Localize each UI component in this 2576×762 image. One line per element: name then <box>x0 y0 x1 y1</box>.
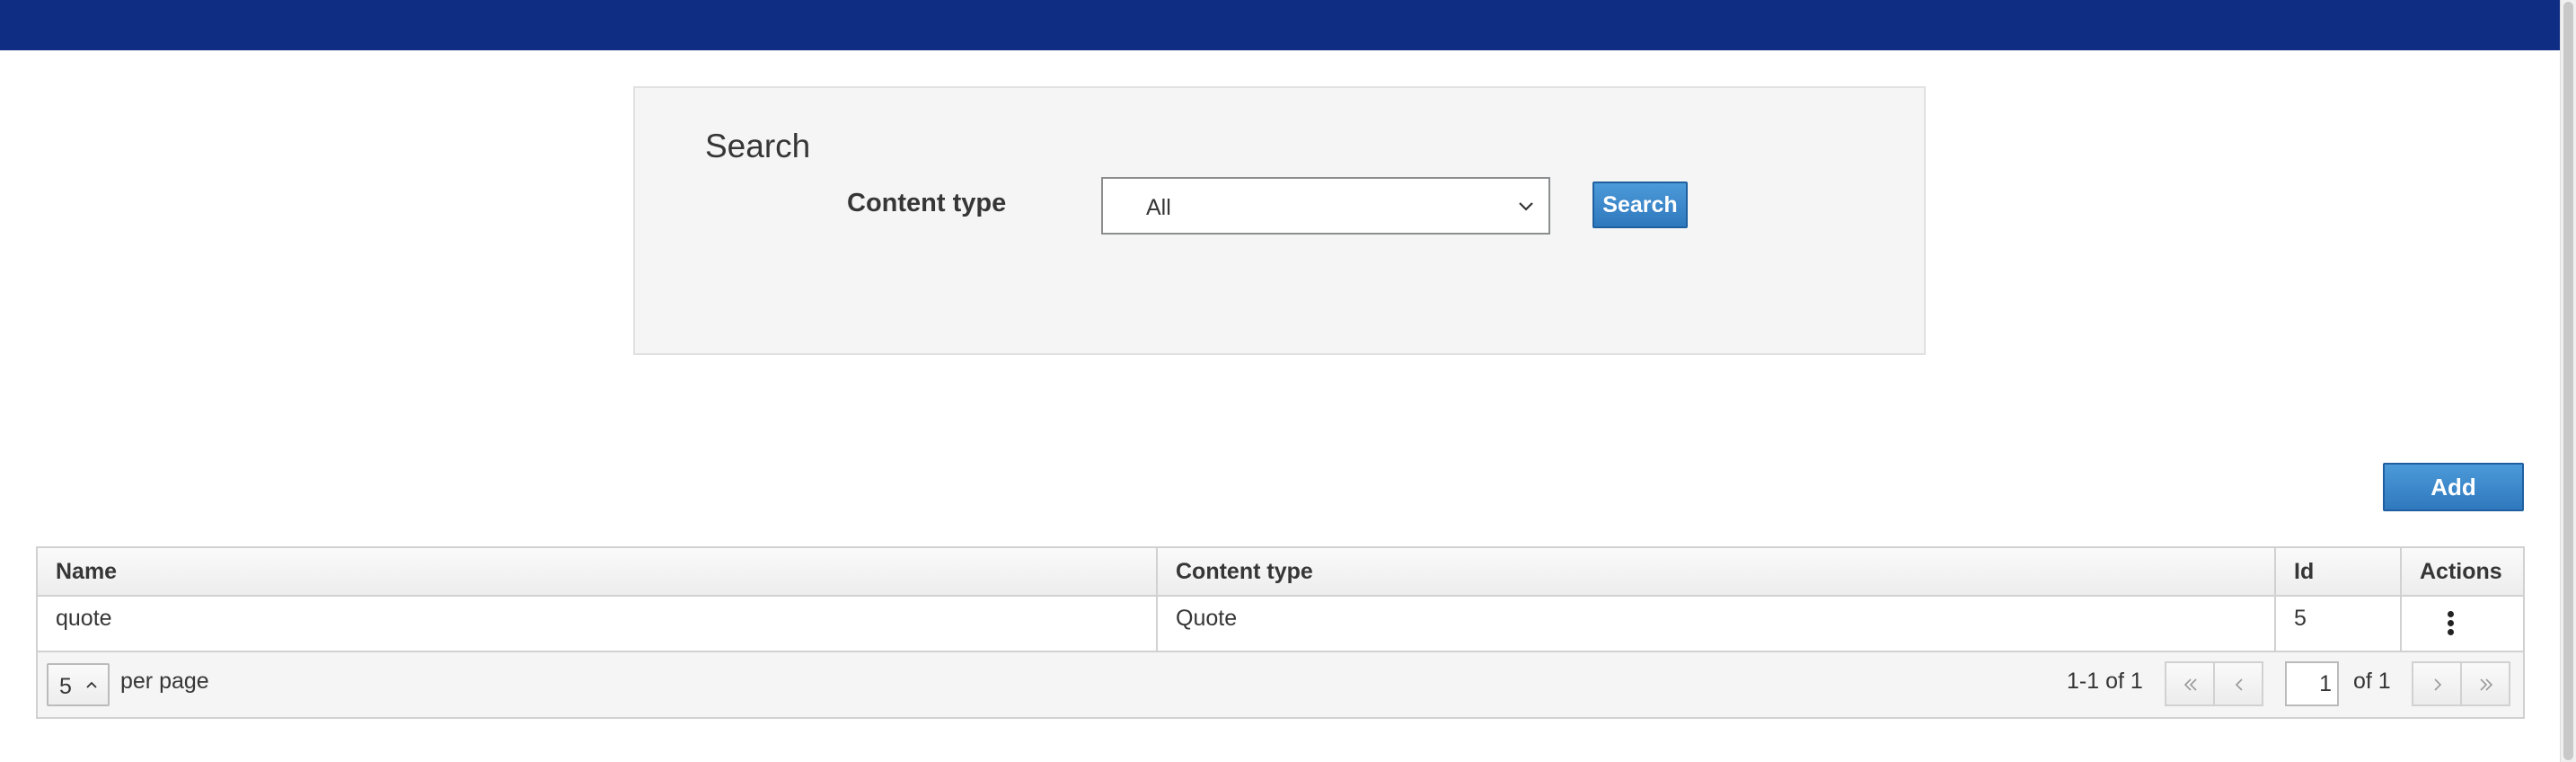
cell-actions <box>2402 597 2523 651</box>
search-panel: Search Content type All Search <box>633 86 1926 355</box>
cell-content-type: Quote <box>1158 597 2276 651</box>
last-page-button[interactable] <box>2460 661 2510 706</box>
add-button[interactable]: Add <box>2383 463 2524 511</box>
column-header-content-type[interactable]: Content type <box>1158 548 2276 595</box>
chevron-right-icon <box>2434 678 2442 691</box>
current-page-input[interactable] <box>2285 661 2339 706</box>
scrollbar-thumb[interactable] <box>2563 2 2573 760</box>
chevron-left-icon <box>2235 678 2243 691</box>
cell-name: quote <box>38 597 1158 651</box>
table-header: Name Content type Id Actions <box>38 548 2523 597</box>
chevron-down-icon <box>1519 202 1533 211</box>
content-type-label: Content type <box>847 189 1007 217</box>
total-pages-text: of 1 <box>2353 669 2391 694</box>
column-header-name[interactable]: Name <box>38 548 1158 595</box>
double-chevron-left-icon <box>2183 678 2197 691</box>
pagination-range: 1-1 of 1 <box>2067 669 2143 694</box>
table-row: quote Quote 5 <box>38 597 2523 652</box>
per-page-label: per page <box>120 669 209 694</box>
double-chevron-right-icon <box>2480 678 2493 691</box>
kebab-menu-icon[interactable] <box>2441 611 2459 638</box>
previous-page-button[interactable] <box>2213 661 2263 706</box>
content-table: Name Content type Id Actions quote Quote… <box>36 546 2525 719</box>
next-page-button[interactable] <box>2412 661 2462 706</box>
column-header-actions: Actions <box>2420 559 2502 584</box>
vertical-scrollbar[interactable] <box>2560 0 2576 762</box>
first-page-button[interactable] <box>2165 661 2215 706</box>
per-page-value: 5 <box>59 674 72 699</box>
search-title: Search <box>705 128 811 164</box>
search-button[interactable]: Search <box>1592 182 1688 228</box>
cell-id: 5 <box>2276 597 2402 651</box>
content-type-selected-value: All <box>1146 195 1171 220</box>
chevron-up-icon <box>86 681 97 688</box>
content-type-select[interactable]: All <box>1101 177 1550 235</box>
top-navbar <box>0 0 2560 50</box>
pagination-bar: 5 per page 1-1 of 1 of 1 <box>38 652 2523 717</box>
column-header-id[interactable]: Id <box>2276 548 2402 595</box>
per-page-dropdown[interactable]: 5 <box>47 663 110 706</box>
